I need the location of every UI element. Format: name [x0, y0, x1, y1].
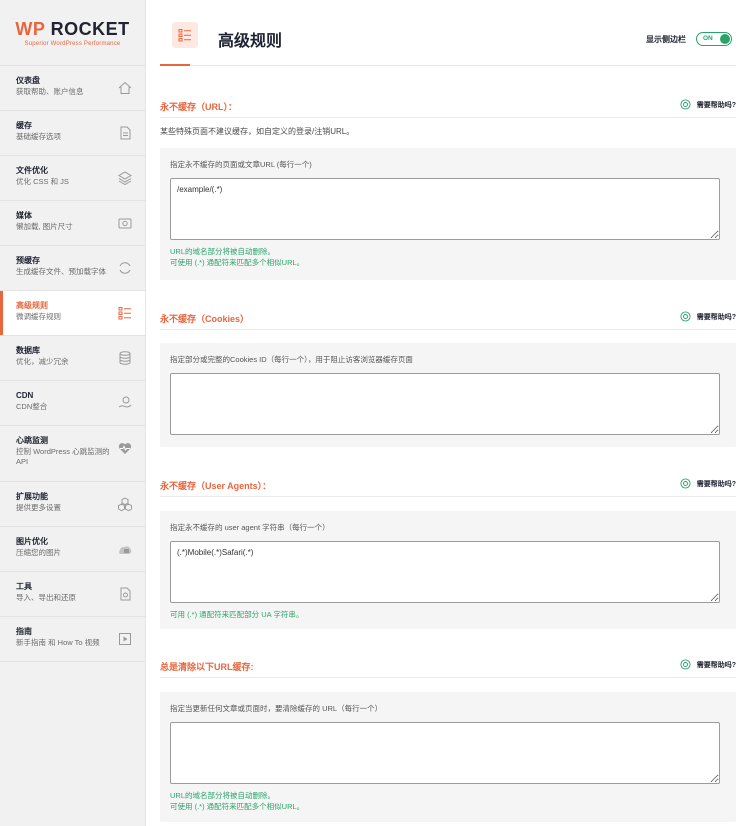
field-label: 指定永不缓存的 user agent 字符串（每行一个） — [170, 523, 330, 532]
sidebar: WP ROCKET Superior WordPress Performance… — [0, 0, 146, 826]
lifebuoy-icon — [680, 478, 691, 489]
never-cache-cookies-panel: 指定部分或完整的Cookies ID（每行一个），用于阻止访客浏览器缓存页面 — [160, 343, 736, 447]
tools-icon — [120, 587, 131, 601]
section-never-cache-user-agents-header: 永不缓存（User Agents）： 需要帮助吗? — [160, 475, 736, 497]
image-icon — [118, 218, 132, 229]
sidebar-item-preload[interactable]: 预缓存 生成缓存文件、预加载字体 — [0, 246, 145, 291]
help-link[interactable]: 需要帮助吗? — [680, 99, 736, 110]
help-link[interactable]: 需要帮助吗? — [680, 311, 736, 322]
sidebar-item-database[interactable]: 数据库 优化，减少冗余 — [0, 336, 145, 381]
always-purge-urls-textarea[interactable] — [170, 722, 720, 784]
never-cache-user-agents-textarea[interactable]: (.*)Mobile(.*)Safari(.*) — [170, 541, 720, 603]
field-label: 指定部分或完整的Cookies ID（每行一个），用于阻止访客浏览器缓存页面 — [170, 355, 413, 364]
database-icon — [119, 351, 131, 365]
field-hint: URL的域名部分将被自动删除。 可使用 (.*) 通配符来匹配多个相似URL。 — [170, 791, 305, 811]
section-never-cache-cookies-header: 永不缓存（Cookies） 需要帮助吗? — [160, 308, 736, 330]
lifebuoy-icon — [680, 659, 691, 670]
section-title: 永不缓存（Cookies） — [160, 314, 250, 324]
section-description: 某些特殊页面不建议缓存，如自定义的登录/注销URL。 — [160, 127, 355, 136]
section-never-cache-url-header: 永不缓存（URL）： 需要帮助吗? — [160, 96, 736, 118]
show-sidebar-toggle[interactable]: 显示侧边栏 ON — [646, 32, 732, 46]
lifebuoy-icon — [680, 311, 691, 322]
field-label: 指定永不缓存的页面或文章URL (每行一个) — [170, 160, 312, 169]
lifebuoy-icon — [680, 99, 691, 110]
sidebar-item-file-optimization[interactable]: 文件优化 优化 CSS 和 JS — [0, 156, 145, 201]
sidebar-item-cache[interactable]: 缓存 基础缓存选项 — [0, 111, 145, 156]
sidebar-item-addons[interactable]: 扩展功能 提供更多设置 — [0, 482, 145, 527]
list-icon — [118, 307, 131, 320]
toggle-state: ON — [703, 35, 713, 42]
page-header: 高级规则 显示侧边栏 ON — [160, 0, 736, 66]
sidebar-item-tools[interactable]: 工具 导入、导出和还原 — [0, 572, 145, 617]
never-cache-url-panel: 指定永不缓存的页面或文章URL (每行一个) /example/(.*) URL… — [160, 148, 736, 280]
sidebar-item-dashboard[interactable]: 仪表盘 获取帮助、账户信息 — [0, 66, 145, 111]
field-hint: URL的域名部分将被自动删除。 可使用 (.*) 通配符来匹配多个相似URL。 — [170, 247, 305, 267]
image-optimize-icon — [119, 546, 132, 554]
section-title: 永不缓存（URL）： — [160, 102, 237, 112]
layers-icon — [118, 171, 132, 186]
never-cache-cookies-textarea[interactable] — [170, 373, 720, 435]
logo-wordmark: WP ROCKET — [15, 18, 130, 39]
section-title: 总是清除以下URL缓存: — [160, 662, 254, 672]
help-link[interactable]: 需要帮助吗? — [680, 659, 736, 670]
main-content: 高级规则 显示侧边栏 ON 永不缓存（URL）： 需要帮助吗? 某些特殊页面不建… — [146, 0, 750, 826]
cdn-icon — [118, 396, 132, 408]
sidebar-item-heartbeat[interactable]: 心跳监测 控制 WordPress 心跳监测的 API — [0, 426, 145, 482]
never-cache-url-textarea[interactable]: /example/(.*) — [170, 178, 720, 240]
home-icon — [118, 81, 132, 94]
heartbeat-icon — [118, 443, 132, 454]
sidebar-item-media[interactable]: 媒体 懒加载, 图片尺寸 — [0, 201, 145, 246]
sidebar-item-cdn[interactable]: CDN CDN整合 — [0, 381, 145, 426]
help-link[interactable]: 需要帮助吗? — [680, 478, 736, 489]
toggle-label: 显示侧边栏 — [646, 34, 686, 44]
file-icon — [120, 126, 131, 140]
field-hint: 可用 (.*) 通配符来匹配部分 UA 字符串。 — [170, 610, 304, 619]
always-purge-urls-panel: 指定当更新任何文章或页面时，要清除缓存的 URL（每行一个） URL的域名部分将… — [160, 692, 736, 822]
list-icon — [172, 22, 198, 48]
refresh-icon — [119, 262, 131, 274]
never-cache-user-agents-panel: 指定永不缓存的 user agent 字符串（每行一个） (.*)Mobile(… — [160, 511, 736, 629]
title-underline — [160, 64, 190, 66]
toggle-knob — [720, 34, 730, 44]
sidebar-item-image-optimization[interactable]: 图片优化 压缩您的图片 — [0, 527, 145, 572]
sidebar-item-tutorials[interactable]: 指南 新手指南 和 How To 视频 — [0, 617, 145, 662]
field-label: 指定当更新任何文章或页面时，要清除缓存的 URL（每行一个） — [170, 704, 383, 713]
addons-icon — [118, 497, 132, 512]
logo-tagline: Superior WordPress Performance — [24, 40, 121, 47]
toggle-switch[interactable]: ON — [696, 32, 732, 46]
section-always-purge-urls-header: 总是清除以下URL缓存: 需要帮助吗? — [160, 656, 736, 678]
sidebar-item-advanced-rules[interactable]: 高级规则 微调缓存规则 — [0, 291, 145, 336]
wp-rocket-logo[interactable]: WP ROCKET Superior WordPress Performance — [0, 0, 145, 66]
page-title: 高级规则 — [218, 33, 283, 50]
section-title: 永不缓存（User Agents）： — [160, 481, 272, 491]
play-icon — [119, 633, 131, 645]
